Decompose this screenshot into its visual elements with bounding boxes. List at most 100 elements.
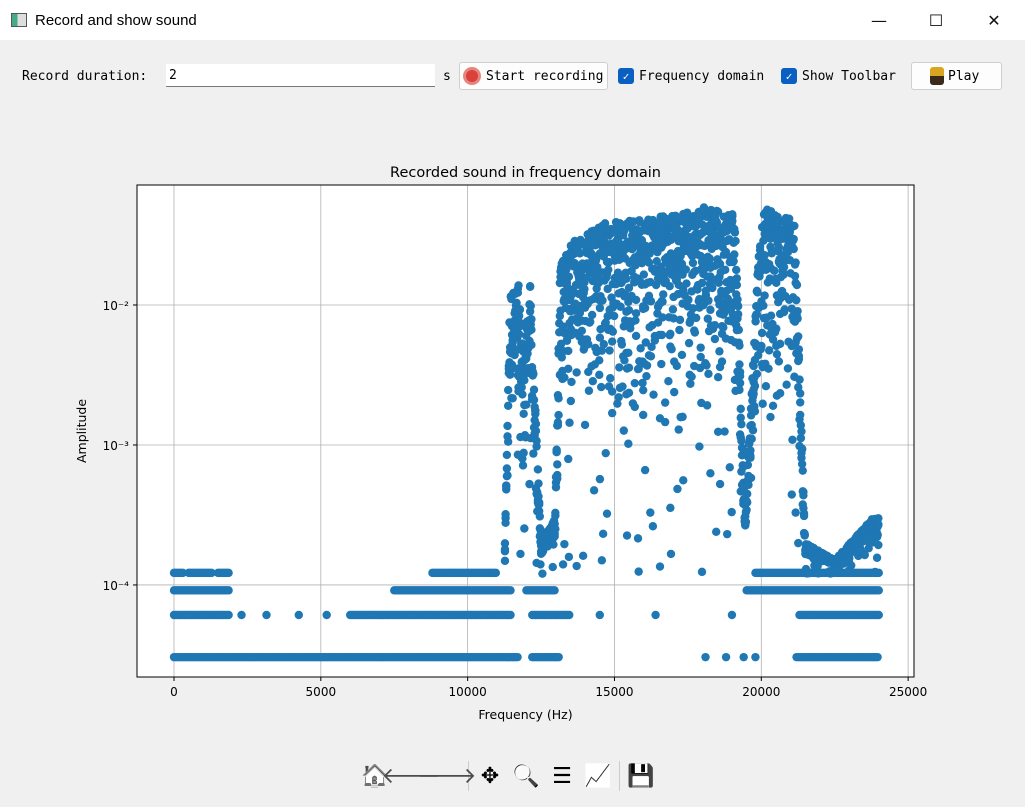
data-point [772,349,782,359]
data-point [536,560,545,569]
data-point [551,483,561,492]
close-button[interactable]: ✕ [966,0,1022,40]
data-point [659,290,668,299]
data-point [527,325,536,334]
data-point [743,489,752,499]
data-point [751,652,760,662]
zoom-icon[interactable]: 🔍 [511,760,541,792]
data-point [772,324,781,333]
show-toolbar-checkbox[interactable]: ✓ Show Toolbar [781,62,896,90]
data-point [609,311,619,321]
frequency-domain-checkbox[interactable]: ✓ Frequency domain [618,62,764,90]
data-point [705,254,714,263]
data-point [577,326,587,336]
data-point [564,364,573,374]
data-point [795,389,805,398]
data-point [678,412,687,422]
pan-icon[interactable]: ✥ [475,760,505,792]
data-point [731,236,740,246]
data-point [768,401,778,411]
data-point [224,610,233,620]
data-point [702,401,712,410]
data-point [704,296,713,305]
data-point [686,379,695,388]
x-tick-label: 5000 [306,685,337,699]
data-point [732,265,741,275]
data-point [587,310,597,320]
data-point [780,305,789,314]
title-bar: Record and show sound — ☐ ✕ [0,0,1025,40]
data-point [560,373,569,382]
data-point [736,404,745,414]
data-point [795,398,805,407]
save-icon[interactable]: 💾 [626,760,656,792]
data-point [624,348,633,357]
data-point [783,364,793,373]
data-point [779,270,788,279]
data-point [682,279,691,288]
minimize-button[interactable]: — [851,0,907,40]
data-point [552,446,561,456]
data-point [566,396,576,406]
data-point [873,652,882,662]
data-point [799,511,809,521]
data-point [553,421,563,430]
start-recording-button[interactable]: Start recording [459,62,608,90]
data-point [531,406,540,415]
data-point [657,330,667,340]
data-point [721,652,731,662]
record-duration-input[interactable] [166,64,435,87]
frequency-chart: 0 5000 10000 15000 20000 25000 10⁻⁴ 10⁻³ 10⁻² Rec… [74,165,927,722]
data-point [794,354,804,364]
data-point [735,360,744,369]
data-point [870,567,880,577]
data-point [538,569,547,578]
data-point [710,334,720,344]
data-point [607,408,617,418]
edit-axis-icon[interactable]: 📈 [583,760,613,792]
data-point [513,288,523,297]
data-point [617,340,627,349]
data-point [666,503,675,513]
data-point [642,371,651,381]
data-point [532,436,541,446]
data-point [814,569,823,578]
data-point [608,327,618,336]
data-point [655,562,665,571]
data-point [515,305,525,314]
data-point [558,560,568,569]
data-point [760,291,769,300]
data-point [633,534,643,543]
data-point [791,508,800,517]
data-point [746,473,756,483]
x-tick-label: 25000 [889,685,927,699]
data-point [660,417,670,427]
data-point [658,297,667,306]
forward-icon[interactable]: 🡒 [418,760,477,792]
app-icon [11,13,27,27]
data-point [597,382,606,392]
data-point [619,426,629,435]
data-point [501,510,510,519]
data-point [551,508,560,518]
data-point [589,486,599,495]
data-point [758,399,767,408]
data-point [687,372,696,381]
data-point [715,347,724,356]
data-point [797,427,806,436]
data-point [595,303,605,313]
data-point [322,610,331,620]
data-point [719,323,728,332]
data-point [874,586,883,595]
data-point [501,518,510,528]
data-point [634,567,643,576]
configure-subplots-icon[interactable]: ☰ [547,760,577,792]
data-point [508,394,517,403]
maximize-button[interactable]: ☐ [908,0,964,40]
play-button[interactable]: Play [911,62,1002,90]
y-axis-label: Amplitude [74,399,89,463]
y-tick-label: 10⁻³ [103,439,130,453]
data-point [595,610,604,620]
data-point [519,448,528,458]
data-point [717,357,727,366]
